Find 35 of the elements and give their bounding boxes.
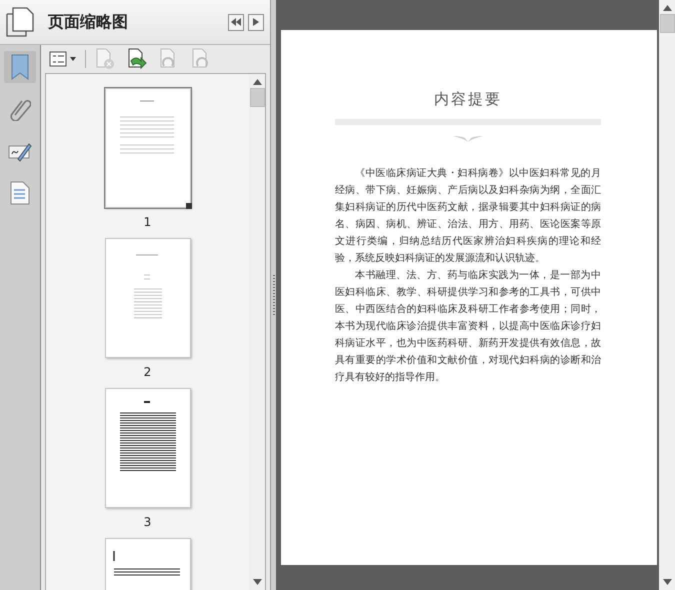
down-arrow-icon [252, 579, 262, 585]
double-left-arrow-icon [231, 18, 241, 26]
delete-page-icon [94, 48, 116, 70]
page-thumbnail-drawing [133, 254, 162, 318]
page-thumbnail[interactable] [104, 88, 190, 208]
resize-handle[interactable] [186, 203, 192, 209]
panel-title: 页面缩略图 [48, 12, 129, 32]
page-thumbnail-drawing [119, 401, 176, 471]
body-paragraph: 《中医临床病证大典・妇科病卷》以中医妇科常见的月经病、带下病、妊娠病、产后病以及妇科杂病为纲，全面汇集妇科病证的历代中医药文献，据录辑要其中妇科病证的病名、病因、病机、辨证、治法、用方、用药、医论医案等原文进行类编，归纳总结历代医家辨治妇科疾病的理论和经验，系统反映妇科病证的发展源流和认识轨迹。 [335, 166, 601, 266]
scroll-thumb[interactable] [250, 88, 264, 107]
panel-splitter[interactable] [270, 0, 276, 590]
page-icon [10, 181, 30, 205]
up-arrow-icon [252, 79, 262, 85]
page-number: 3 [144, 515, 152, 529]
viewer-scrollbar[interactable] [659, 0, 675, 590]
page-thumbnail[interactable] [104, 388, 190, 508]
bookmark-icon [10, 54, 30, 80]
insert-page-icon [126, 48, 148, 70]
page-heading: 内容提要 [434, 90, 502, 109]
ornament-icon [453, 133, 483, 143]
body-paragraph: 本书融理、法、方、药与临床实践为一体，是一部为中医妇科临床、教学、科研提供学习和参考的工具书，可供中医、中西医结合的妇科临床及科研工作者参考使用；同时，本书为现代临床诊治提供丰富资料，以提高中医临床诊疗妇科病证水平，也为中医药科研、新药开发提供有效信息，故具有重要的学术价值和文献价值，对现代妇科病的诊断和治疗具有较好的指导作用。 [335, 268, 601, 385]
scroll-thumb[interactable] [660, 14, 674, 33]
page-number: 1 [144, 215, 152, 229]
page-thumbnail-drawing [119, 100, 174, 154]
pages-icon [6, 7, 34, 37]
page-number: 2 [144, 365, 152, 379]
page-thumbnail-drawing [112, 551, 180, 576]
list-options-icon [49, 51, 77, 67]
up-arrow-icon [662, 5, 672, 11]
expand-button[interactable] [248, 14, 264, 30]
collapse-panel-button[interactable] [228, 14, 244, 30]
down-arrow-icon [662, 579, 672, 585]
paperclip-icon [9, 97, 31, 121]
right-arrow-icon [253, 18, 259, 26]
page-thumbnail[interactable] [104, 238, 190, 358]
